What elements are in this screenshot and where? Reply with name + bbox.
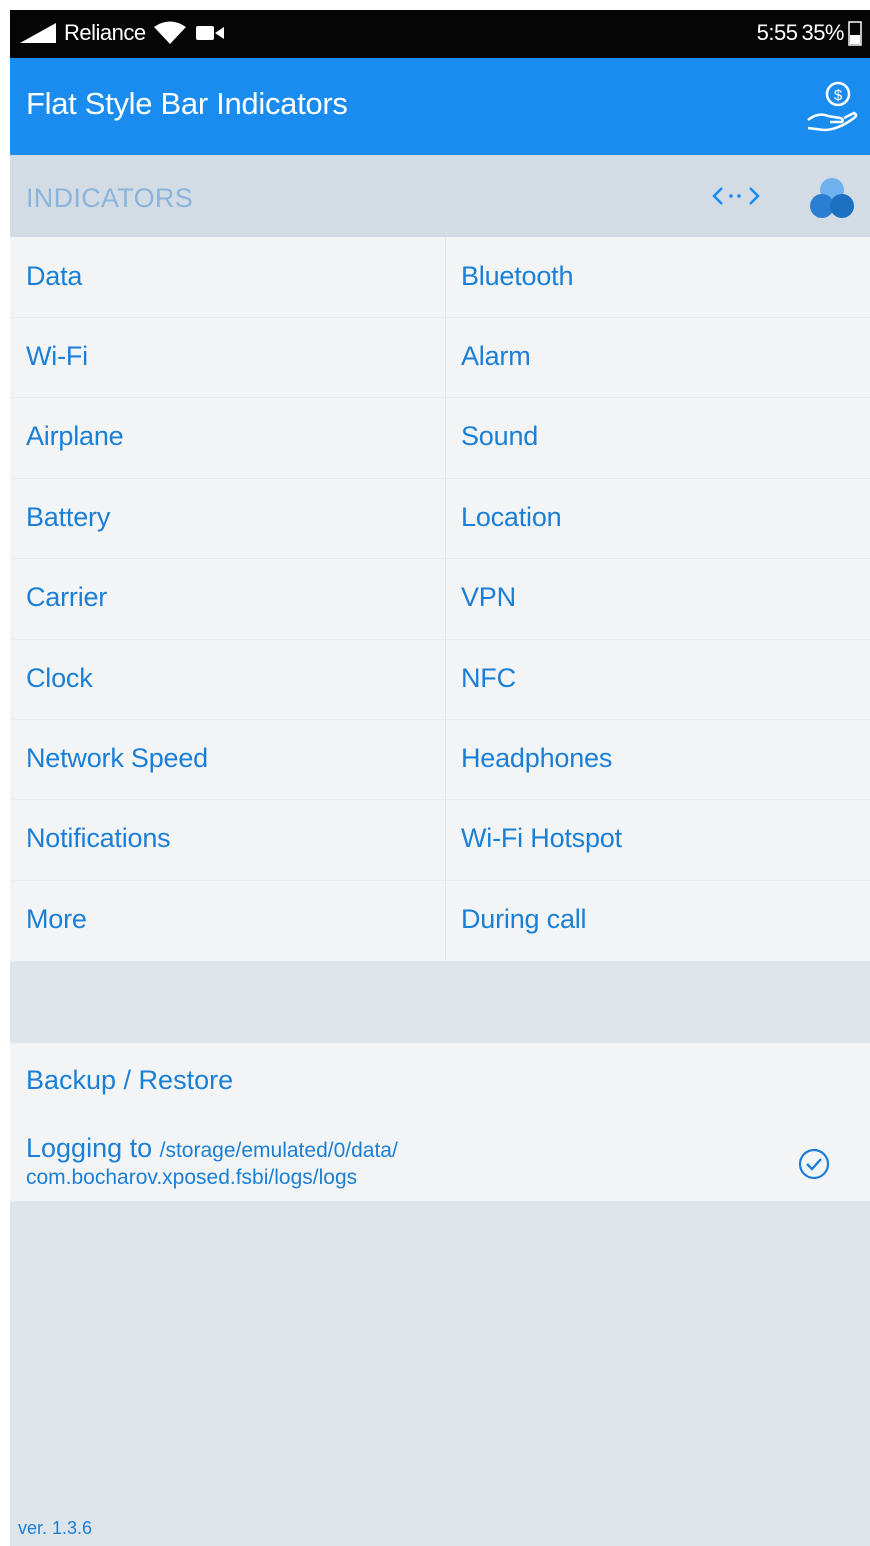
indicator-label: Airplane: [26, 421, 124, 451]
indicator-label: Data: [26, 261, 83, 291]
logging-label: Logging to: [26, 1133, 153, 1163]
indicator-clock[interactable]: Clock: [10, 639, 440, 719]
indicator-nfc[interactable]: NFC: [445, 639, 870, 719]
battery-icon: [848, 21, 862, 46]
indicator-battery[interactable]: Battery: [10, 478, 440, 558]
indicator-alarm[interactable]: Alarm: [445, 317, 870, 397]
battery-percent: 35%: [801, 20, 844, 45]
indicator-data[interactable]: Data: [10, 237, 440, 317]
app-title: Flat Style Bar Indicators: [26, 86, 348, 121]
indicator-wifi[interactable]: Wi-Fi: [10, 317, 440, 397]
carrier-name: Reliance: [64, 20, 146, 45]
indicators-grid: Data Wi-Fi Airplane Battery Carrier Cloc…: [10, 237, 870, 961]
indicator-airplane[interactable]: Airplane: [10, 397, 440, 477]
donate-hand-coin-icon: $: [807, 81, 858, 132]
indicator-label: Bluetooth: [461, 261, 574, 291]
settings-list: Backup / Restore Logging to /storage/emu…: [10, 1043, 870, 1201]
svg-text:$: $: [834, 87, 843, 104]
indicator-notifications[interactable]: Notifications: [10, 799, 440, 879]
indicator-during-call[interactable]: During call: [445, 880, 870, 960]
logging-path: /storage/emulated/0/data/: [159, 1139, 398, 1162]
overlapping-circles-icon: [810, 178, 854, 218]
indicator-label: Sound: [461, 421, 539, 451]
app-bar: Flat Style Bar Indicators $: [10, 58, 870, 155]
status-bar: Reliance 5:55 35%: [10, 10, 870, 58]
backup-restore-item[interactable]: Backup / Restore: [26, 1065, 233, 1096]
indicator-label: Clock: [26, 663, 93, 693]
video-camera-icon: [195, 26, 224, 40]
indicator-sound[interactable]: Sound: [445, 397, 870, 477]
indicators-section-header: INDICATORS: [10, 155, 870, 237]
indicator-carrier[interactable]: Carrier: [10, 558, 440, 638]
indicator-label: Headphones: [461, 743, 613, 773]
indicator-label: More: [26, 904, 87, 934]
logging-line: Logging to /storage/emulated/0/data/: [26, 1133, 398, 1164]
indicator-location[interactable]: Location: [445, 478, 870, 558]
indicator-label: Carrier: [26, 582, 108, 612]
indicator-bluetooth[interactable]: Bluetooth: [445, 237, 870, 317]
indicator-more[interactable]: More: [10, 880, 440, 960]
indicator-label: NFC: [461, 663, 516, 693]
indicator-wifi-hotspot[interactable]: Wi-Fi Hotspot: [445, 799, 870, 879]
indicator-label: Notifications: [26, 823, 171, 853]
indicator-label: Wi-Fi: [26, 341, 88, 371]
indicator-label: Location: [461, 502, 562, 532]
donate-button[interactable]: $: [804, 78, 860, 134]
signal-icon: [20, 23, 56, 43]
indicator-label: Network Speed: [26, 743, 208, 773]
version-label: ver. 1.3.6: [18, 1518, 93, 1538]
wifi-icon: [153, 21, 186, 44]
indicator-label: Alarm: [461, 341, 531, 371]
indicator-headphones[interactable]: Headphones: [445, 719, 870, 799]
section-title: INDICATORS: [26, 183, 194, 213]
check-circle-icon: [798, 1148, 830, 1180]
code-toggle-button[interactable]: [708, 181, 764, 211]
indicator-label: During call: [461, 904, 587, 934]
app-screen: Reliance 5:55 35% Flat Style Bar Indicat…: [10, 10, 870, 1546]
indicator-label: Battery: [26, 502, 111, 532]
indicator-vpn[interactable]: VPN: [445, 558, 870, 638]
theme-colors-button[interactable]: [806, 175, 858, 221]
code-brackets-icon: [712, 187, 760, 205]
logging-item[interactable]: Logging to /storage/emulated/0/data/ com…: [26, 1133, 398, 1190]
status-time: 5:55: [756, 20, 798, 45]
indicator-label: Wi-Fi Hotspot: [461, 823, 622, 853]
status-right: 5:55 35%: [757, 20, 862, 46]
status-left: Reliance: [18, 20, 226, 46]
indicator-label: VPN: [461, 582, 516, 612]
indicator-network-speed[interactable]: Network Speed: [10, 719, 440, 799]
logging-checkbox[interactable]: [796, 1146, 832, 1182]
logging-path-continued: com.bocharov.xposed.fsbi/logs/logs: [26, 1166, 358, 1189]
